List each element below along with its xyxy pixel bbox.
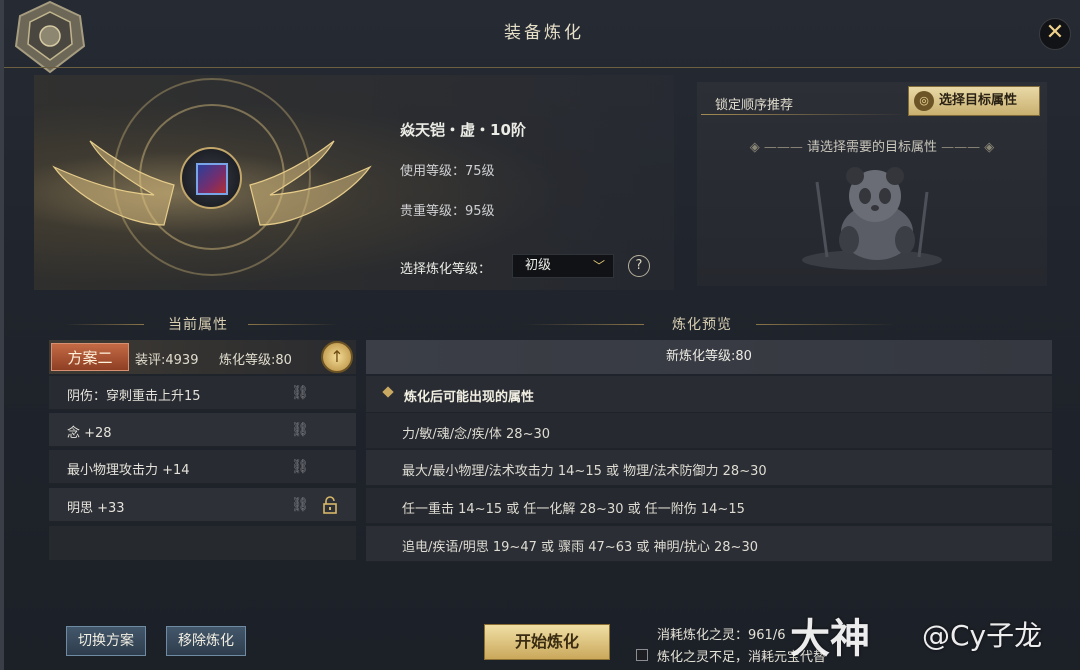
link-icon[interactable]: ⛓ xyxy=(291,496,309,514)
armor-item-icon xyxy=(196,163,228,195)
divider xyxy=(248,324,338,325)
item-slot[interactable] xyxy=(180,147,242,209)
upgrade-icon[interactable]: ↑ xyxy=(321,341,353,373)
scheme-tag[interactable]: 方案二 xyxy=(51,343,129,371)
help-icon[interactable]: ? xyxy=(628,255,650,277)
start-refine-button[interactable]: 开始炼化 xyxy=(484,624,610,660)
panda-icon xyxy=(802,167,942,270)
current-refine-level: 炼化等级:80 xyxy=(219,353,292,368)
item-name: 焱天铠・虚・10阶 xyxy=(400,121,526,139)
remove-refine-button[interactable]: 移除炼化 xyxy=(166,626,246,656)
padlock-icon[interactable] xyxy=(321,496,339,514)
divider xyxy=(701,114,907,115)
select-target-button[interactable]: ◎ 选择目标属性 xyxy=(908,86,1040,116)
refine-level-dropdown[interactable]: 初级 ﹀ xyxy=(512,254,614,278)
refine-cost: 消耗炼化之灵：961/6 xyxy=(657,628,786,643)
possible-attributes-title: 炼化后可能出现的属性 xyxy=(404,390,535,405)
diamond-icon xyxy=(382,386,394,398)
preview-row-text: 追电/疾语/明思 19~47 或 骤雨 47~63 或 神明/扰心 28~30 xyxy=(402,540,758,555)
attribute-row: 阴伤：穿刺重击上升15 ⛓ xyxy=(49,376,356,410)
refine-level-value: 初级 xyxy=(525,258,552,273)
link-icon[interactable]: ⛓ xyxy=(291,458,309,476)
select-target-label: 选择目标属性 xyxy=(939,93,1018,108)
attribute-row: 明思 +33 ⛓ xyxy=(49,488,356,522)
divider xyxy=(756,324,896,325)
target-hint: ◈ ——— 请选择需要的目标属性 ——— ◈ xyxy=(749,140,995,155)
current-attributes-header: 当前属性 xyxy=(168,317,228,333)
new-refine-level: 新炼化等级:80 xyxy=(366,340,1052,374)
target-attribute-panel: 锁定顺序推荐 ◎ 选择目标属性 ◈ ——— 请选择需要的目标属性 ——— ◈ xyxy=(697,82,1047,286)
preview-row: 最大/最小物理/法术攻击力 14~15 或 物理/法术防御力 28~30 xyxy=(366,450,1052,486)
attribute-text: 念 +28 xyxy=(67,426,112,441)
preview-row-text: 任一重击 14~15 或 任一化解 28~30 或 任一附伤 14~15 xyxy=(402,502,745,517)
chevron-down-icon: ﹀ xyxy=(592,259,605,273)
watermark-user: @Cy子龙 xyxy=(922,619,1043,652)
watermark-logo: 大神 xyxy=(790,616,870,662)
preview-row: 任一重击 14~15 或 任一化解 28~30 或 任一附伤 14~15 xyxy=(366,488,1052,524)
attribute-text: 阴伤：穿刺重击上升15 xyxy=(67,389,201,404)
preview-row: 力/敏/魂/念/疾/体 28~30 xyxy=(366,413,1052,449)
close-icon: ✕ xyxy=(1045,20,1065,45)
divider xyxy=(64,324,144,325)
possible-attributes-header: 炼化后可能出现的属性 xyxy=(366,376,1052,412)
link-icon[interactable]: ⛓ xyxy=(291,421,309,439)
empty-attribute-slot xyxy=(49,526,356,560)
attribute-row: 念 +28 ⛓ xyxy=(49,413,356,447)
attribute-text: 明思 +33 xyxy=(67,501,125,516)
equipment-score: 装评:4939 xyxy=(135,353,199,368)
close-button[interactable]: ✕ xyxy=(1039,18,1071,50)
target-hint-text: 请选择需要的目标属性 xyxy=(806,140,937,155)
refine-level-label: 选择炼化等级： xyxy=(400,262,492,277)
attribute-row: 最小物理攻击力 +14 ⛓ xyxy=(49,450,356,484)
target-icon: ◎ xyxy=(914,91,934,111)
use-ingot-checkbox[interactable] xyxy=(636,649,648,661)
lock-order-label: 锁定顺序推荐 xyxy=(715,98,794,113)
divider xyxy=(524,324,644,325)
preview-row-text: 力/敏/魂/念/疾/体 28~30 xyxy=(402,427,551,442)
switch-scheme-button[interactable]: 切换方案 xyxy=(66,626,146,656)
refine-preview-header: 炼化预览 xyxy=(672,317,732,333)
item-showcase: 焱天铠・虚・10阶 使用等级：75级 贵重等级：95级 选择炼化等级： 初级 ﹀… xyxy=(34,75,674,290)
preview-row: 追电/疾语/明思 19~47 或 骤雨 47~63 或 神明/扰心 28~30 xyxy=(366,526,1052,562)
refine-window: 装备炼化 ✕ 焱天铠・虚・10阶 使用等级：75级 贵重等级：95级 选择炼化等… xyxy=(0,0,1080,670)
window-title: 装备炼化 xyxy=(4,0,1080,68)
value-level: 贵重等级：95级 xyxy=(400,204,495,219)
link-icon[interactable]: ⛓ xyxy=(291,384,309,402)
preview-row-text: 最大/最小物理/法术攻击力 14~15 或 物理/法术防御力 28~30 xyxy=(402,464,767,479)
attribute-text: 最小物理攻击力 +14 xyxy=(67,463,190,478)
scheme-bar: 方案二 装评:4939 炼化等级:80 ↑ xyxy=(49,340,356,374)
use-level: 使用等级：75级 xyxy=(400,164,495,179)
